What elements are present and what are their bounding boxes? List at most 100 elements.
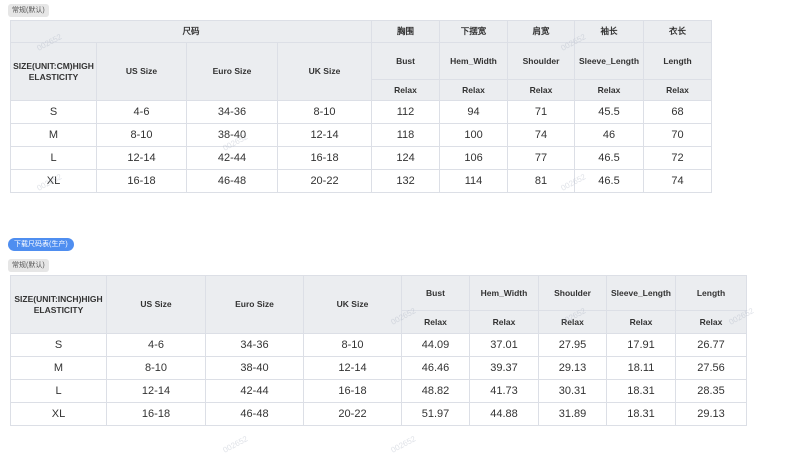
hem-width-header: Hem_Width [469, 275, 539, 311]
uk-size-cell: 8-10 [303, 333, 402, 357]
uk-size-cell: 20-22 [276, 169, 373, 193]
sleeve-length-cell: 17.91 [606, 333, 676, 357]
bust-cell: 132 [371, 169, 441, 193]
bust-cell: 124 [371, 146, 441, 170]
length-cell: 27.56 [675, 356, 747, 380]
sleeve-length-header: Sleeve_Length [606, 275, 676, 311]
fit-label: Relax [574, 79, 645, 101]
hem-width-cell: 94 [439, 100, 509, 124]
size-cell: M [10, 356, 107, 380]
fit-label: Relax [538, 310, 607, 334]
length-cell: 70 [643, 123, 713, 147]
size-cell: L [10, 146, 97, 170]
bust-cell: 48.82 [401, 379, 470, 403]
length-cell: 28.35 [675, 379, 747, 403]
shoulder-header: Shoulder [507, 42, 576, 80]
size-cell: M [10, 123, 97, 147]
sleeve-length-cell: 46.5 [574, 146, 645, 170]
us-size-cell: 12-14 [106, 379, 206, 403]
length-cell: 68 [643, 100, 713, 124]
download-size-chart-button[interactable]: 下载尺码表(生产) [8, 238, 74, 251]
shoulder-cell: 77 [507, 146, 576, 170]
length-header: Length [675, 275, 747, 311]
fit-label: Relax [469, 310, 539, 334]
us-size-cell: 4-6 [106, 333, 206, 357]
sleeve-length-header: Sleeve_Length [574, 42, 645, 80]
size-cell: XL [10, 402, 107, 426]
hem-width-cell: 106 [439, 146, 509, 170]
euro-size-header: Euro Size [205, 275, 304, 334]
us-size-cell: 8-10 [96, 123, 187, 147]
table-row: L 12-14 42-44 16-18 124 106 77 46.5 72 [10, 146, 713, 170]
fit-label: Relax [643, 79, 713, 101]
hem-width-header: Hem_Width [439, 42, 509, 80]
sleeve-length-cell: 18.31 [606, 402, 676, 426]
fit-label: Relax [606, 310, 676, 334]
shoulder-cell: 30.31 [538, 379, 607, 403]
size-cell: L [10, 379, 107, 403]
fit-label: Relax [439, 79, 509, 101]
shoulder-cell: 29.13 [538, 356, 607, 380]
length-cell: 26.77 [675, 333, 747, 357]
euro-size-header: Euro Size [186, 42, 278, 101]
size-chart-page: 常规(默认) 尺码 胸围 下摆宽 肩宽 袖长 衣长 SIZE(UNIT:CM)H… [0, 0, 790, 456]
sleeve-cn-header: 袖长 [574, 20, 645, 43]
bust-cell: 46.46 [401, 356, 470, 380]
us-size-cell: 4-6 [96, 100, 187, 124]
sleeve-length-cell: 46.5 [574, 169, 645, 193]
euro-size-cell: 42-44 [205, 379, 304, 403]
fit-label: Relax [507, 79, 576, 101]
uk-size-cell: 8-10 [276, 100, 373, 124]
us-size-cell: 12-14 [96, 146, 187, 170]
sleeve-length-cell: 18.11 [606, 356, 676, 380]
fit-label: Relax [371, 79, 441, 101]
hem-cn-header: 下摆宽 [439, 20, 509, 43]
table-row: M 8-10 38-40 12-14 46.46 39.37 29.13 18.… [10, 356, 747, 380]
size-group-header: 尺码 [9, 20, 373, 43]
sleeve-length-cell: 46 [574, 123, 645, 147]
uk-size-header: UK Size [276, 42, 373, 101]
euro-size-cell: 34-36 [205, 333, 304, 357]
euro-size-cell: 46-48 [205, 402, 304, 426]
bust-cell: 112 [371, 100, 441, 124]
fit-label: Relax [675, 310, 747, 334]
shoulder-header: Shoulder [538, 275, 607, 311]
size-unit-header: SIZE(UNIT:INCH)HIGH ELASTICITY [10, 275, 107, 334]
bust-cell: 118 [371, 123, 441, 147]
fit-label: Relax [401, 310, 470, 334]
hem-width-cell: 41.73 [469, 379, 539, 403]
size-cell: XL [10, 169, 97, 193]
euro-size-cell: 46-48 [186, 169, 278, 193]
table-row: M 8-10 38-40 12-14 118 100 74 46 70 [10, 123, 713, 147]
euro-size-cell: 38-40 [186, 123, 278, 147]
hem-width-cell: 37.01 [469, 333, 539, 357]
table-row: L 12-14 42-44 16-18 48.82 41.73 30.31 18… [10, 379, 747, 403]
hem-width-cell: 44.88 [469, 402, 539, 426]
shoulder-cell: 71 [507, 100, 576, 124]
uk-size-header: UK Size [303, 275, 402, 334]
us-size-cell: 16-18 [96, 169, 187, 193]
default-tag: 常规(默认) [8, 259, 49, 272]
length-header: Length [643, 42, 713, 80]
bust-header: Bust [371, 42, 441, 80]
size-cell: S [10, 333, 107, 357]
uk-size-cell: 12-14 [276, 123, 373, 147]
size-cell: S [10, 100, 97, 124]
size-unit-header: SIZE(UNIT:CM)HIGH ELASTICITY [10, 42, 97, 101]
table-row: XL 16-18 46-48 20-22 132 114 81 46.5 74 [10, 169, 713, 193]
us-size-cell: 16-18 [106, 402, 206, 426]
length-cn-header: 衣长 [643, 20, 713, 43]
us-size-cell: 8-10 [106, 356, 206, 380]
size-table-inch: SIZE(UNIT:INCH)HIGH ELASTICITY US Size E… [10, 275, 747, 426]
euro-size-cell: 34-36 [186, 100, 278, 124]
sleeve-length-cell: 18.31 [606, 379, 676, 403]
us-size-header: US Size [106, 275, 206, 334]
shoulder-cell: 74 [507, 123, 576, 147]
length-cell: 74 [643, 169, 713, 193]
length-cell: 72 [643, 146, 713, 170]
table-row: S 4-6 34-36 8-10 44.09 37.01 27.95 17.91… [10, 333, 747, 357]
uk-size-cell: 12-14 [303, 356, 402, 380]
size-table-cm: 尺码 胸围 下摆宽 肩宽 袖长 衣长 SIZE(UNIT:CM)HIGH ELA… [9, 20, 713, 193]
table-row: S 4-6 34-36 8-10 112 94 71 45.5 68 [10, 100, 713, 124]
shoulder-cn-header: 肩宽 [507, 20, 576, 43]
